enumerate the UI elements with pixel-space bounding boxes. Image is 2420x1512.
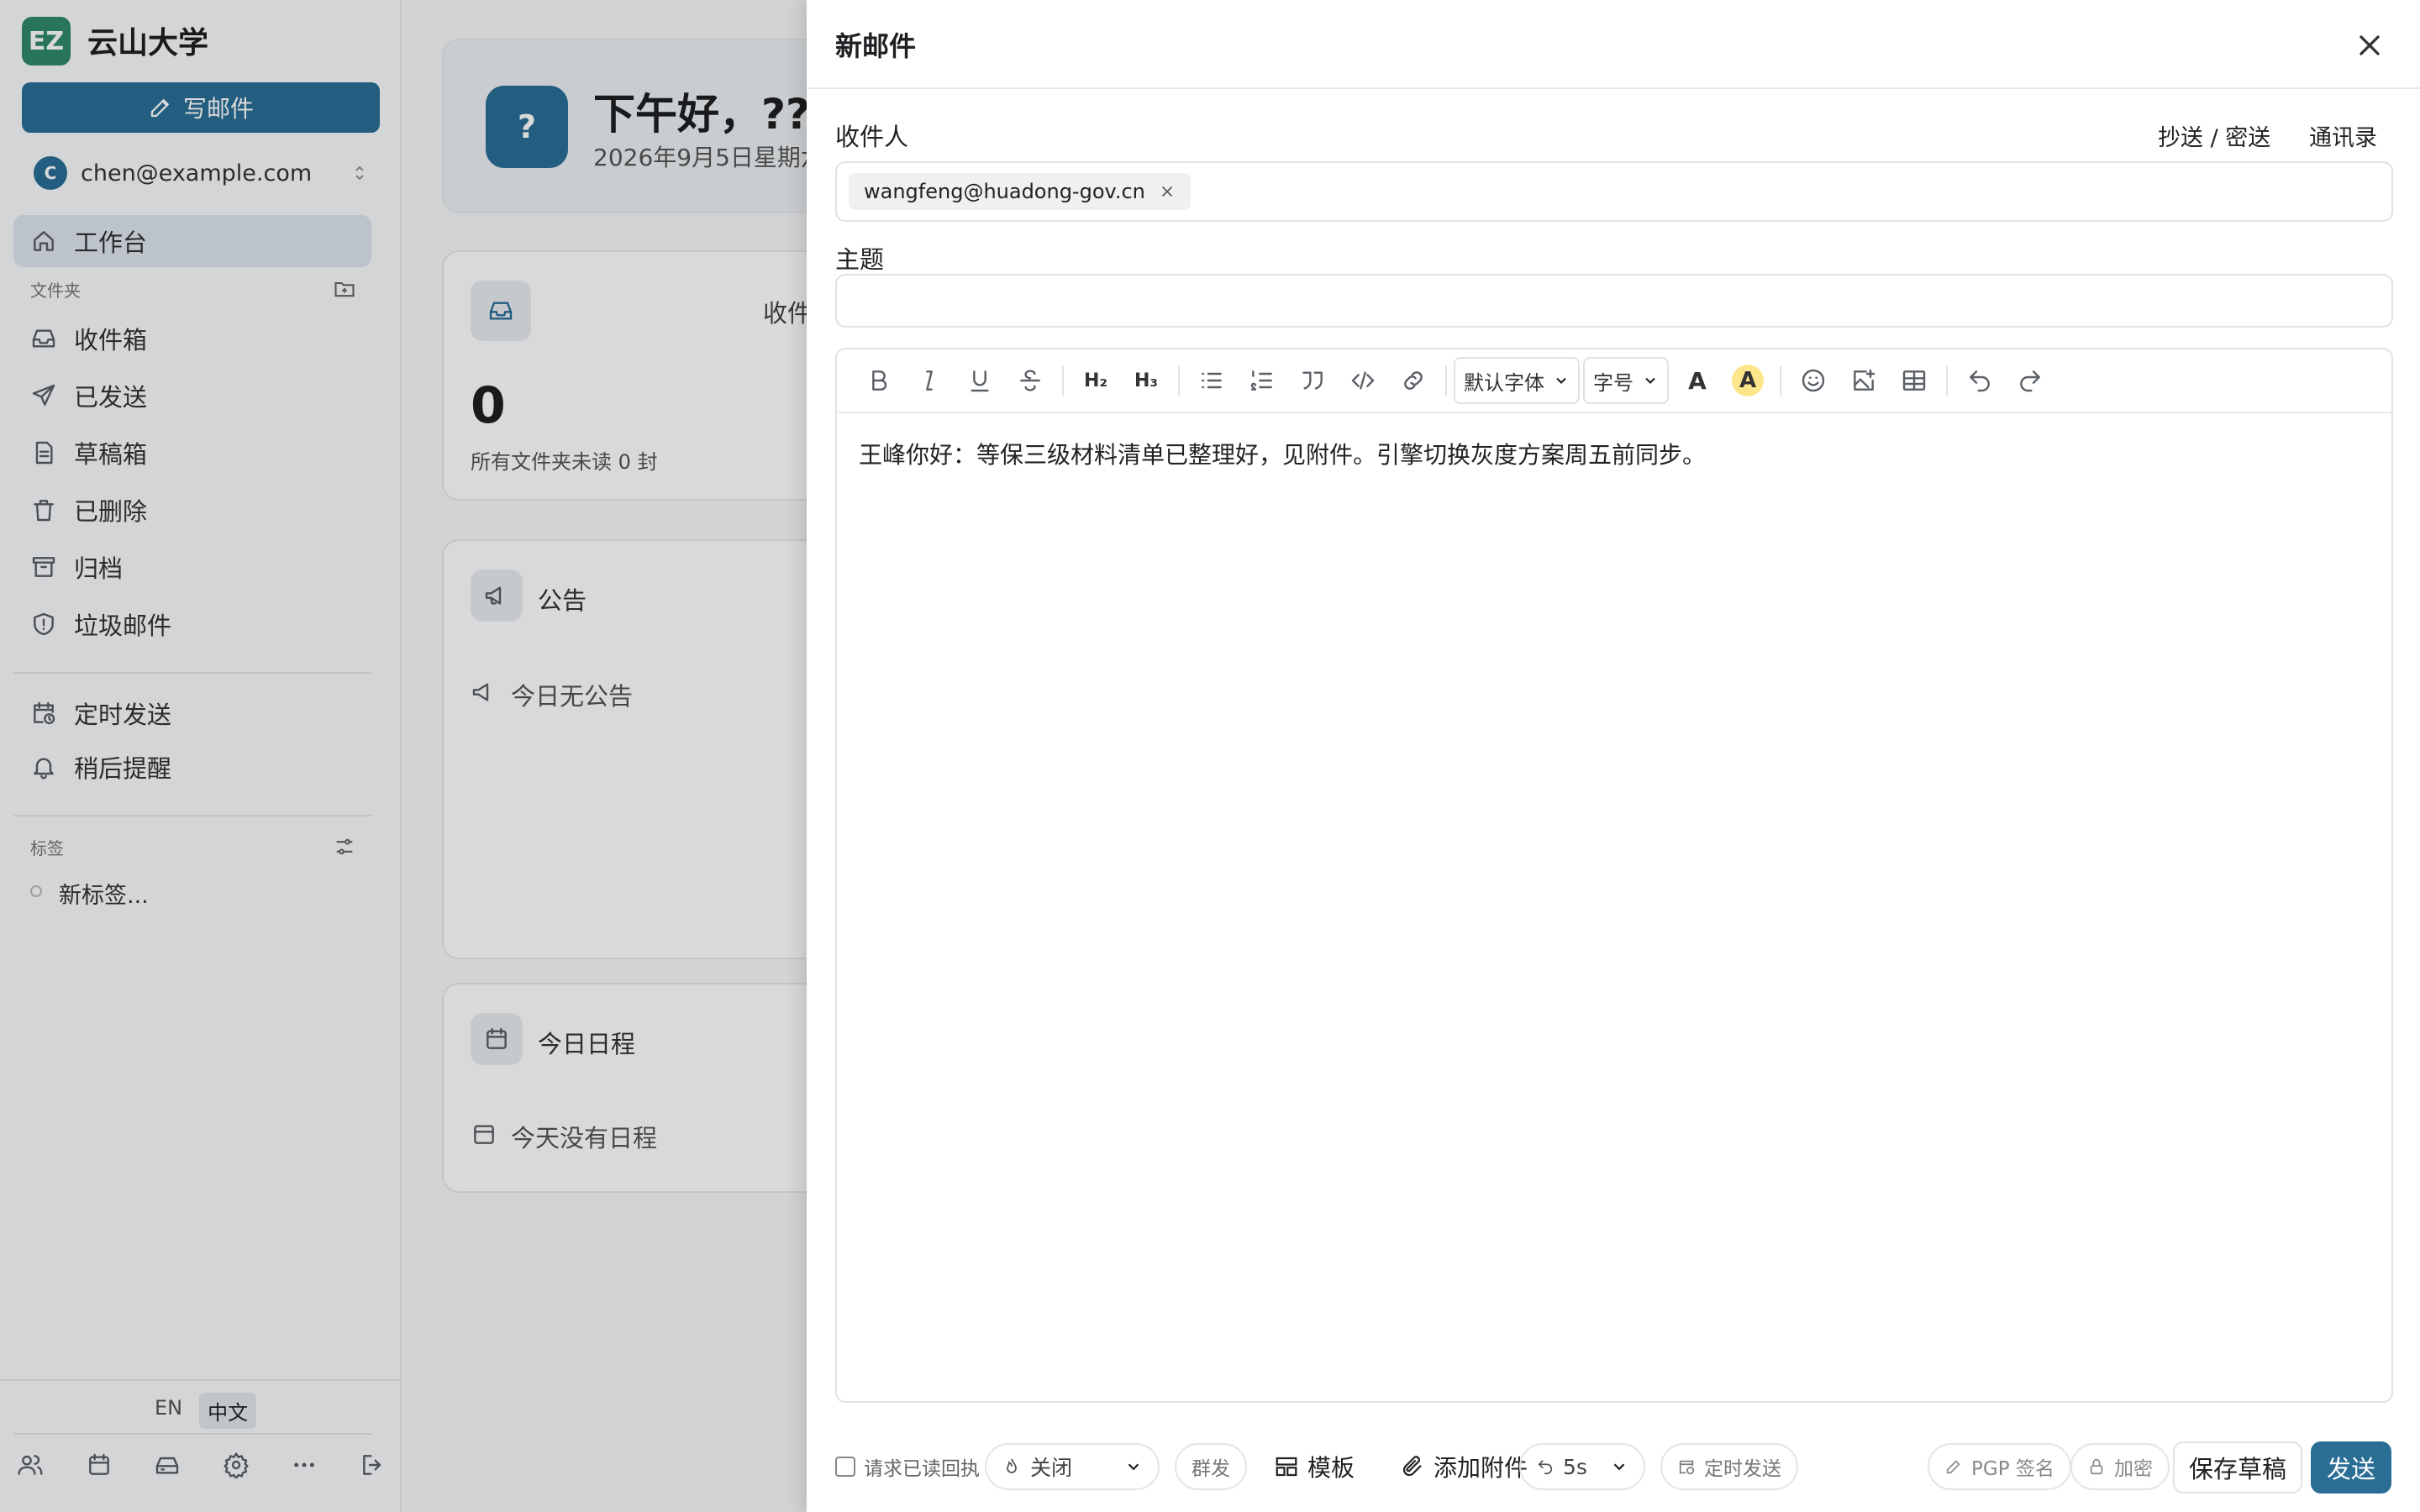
font-size-value: 字号 bbox=[1593, 370, 1634, 395]
highlight-icon: A bbox=[1732, 365, 1764, 396]
pen-icon bbox=[1946, 1460, 1960, 1474]
highlight-button[interactable]: A bbox=[1723, 357, 1773, 404]
attach-button[interactable]: 添加附件 bbox=[1400, 1443, 1528, 1490]
remove-recipient-icon[interactable] bbox=[1159, 183, 1176, 200]
template-label: 模板 bbox=[1307, 1454, 1355, 1482]
chevron-down-icon bbox=[1613, 1463, 1625, 1471]
font-family-select[interactable]: 默认字体 bbox=[1454, 357, 1580, 404]
toolbar-separator bbox=[1178, 365, 1180, 396]
cc-bcc-link[interactable]: 抄送 / 密送 bbox=[2158, 119, 2270, 152]
chevron-down-icon bbox=[1556, 377, 1566, 384]
table-icon bbox=[1902, 370, 1926, 391]
pgp-label: PGP 签名 bbox=[1971, 1458, 2054, 1480]
paperclip-icon bbox=[1402, 1456, 1422, 1477]
undo-icon bbox=[1970, 370, 1990, 392]
schedule-send-button[interactable]: 定时发送 bbox=[1660, 1443, 1798, 1490]
heading3-icon: H₃ bbox=[1134, 370, 1159, 391]
strikethrough-button[interactable] bbox=[1005, 357, 1055, 404]
redo-icon bbox=[2020, 370, 2040, 392]
read-receipt-option[interactable]: 请求已读回执 bbox=[835, 1443, 980, 1490]
chevron-down-icon bbox=[1645, 377, 1655, 384]
toolbar-separator bbox=[1445, 365, 1447, 396]
font-size-select[interactable]: 字号 bbox=[1583, 357, 1669, 404]
bullet-list-button[interactable] bbox=[1186, 357, 1237, 404]
read-receipt-label: 请求已读回执 bbox=[864, 1458, 980, 1480]
text-color-button[interactable]: A bbox=[1672, 357, 1723, 404]
recipient-field[interactable]: wangfeng@huadong-gov.cn bbox=[835, 161, 2393, 222]
mass-send-button[interactable]: 群发 bbox=[1175, 1443, 1247, 1490]
insert-image-button[interactable] bbox=[1839, 357, 1889, 404]
attach-label: 添加附件 bbox=[1434, 1454, 1528, 1482]
template-button[interactable]: 模板 bbox=[1274, 1443, 1355, 1490]
underline-button[interactable] bbox=[955, 357, 1005, 404]
heading2-button[interactable]: H₂ bbox=[1071, 357, 1121, 404]
flame-icon bbox=[1007, 1458, 1017, 1473]
schedule-send-label: 定时发送 bbox=[1704, 1458, 1781, 1480]
bold-button[interactable] bbox=[854, 357, 904, 404]
link-icon bbox=[1404, 371, 1423, 390]
save-draft-button[interactable]: 保存草稿 bbox=[2173, 1441, 2302, 1494]
strikethrough-icon bbox=[1020, 370, 1040, 391]
undo-icon bbox=[1538, 1460, 1553, 1475]
send-button[interactable]: 发送 bbox=[2311, 1441, 2391, 1494]
quote-icon bbox=[1302, 371, 1323, 390]
burn-value: 关闭 bbox=[1030, 1456, 1073, 1480]
message-body[interactable]: 王峰你好：等保三级材料清单已整理好，见附件。引擎切换灰度方案周五前同步。 bbox=[859, 437, 1706, 470]
read-receipt-checkbox[interactable] bbox=[835, 1457, 855, 1477]
bold-icon bbox=[872, 370, 887, 391]
undo-delay-value: 5s bbox=[1563, 1454, 1587, 1479]
redo-button[interactable] bbox=[2005, 357, 2055, 404]
subject-input[interactable] bbox=[835, 274, 2393, 328]
underline-icon bbox=[971, 370, 989, 392]
code-button[interactable] bbox=[1338, 357, 1388, 404]
lock-icon bbox=[2090, 1458, 2103, 1475]
rich-text-editor: H₂ H₃ 默认字体 字号 A A 王峰你好：等保三级材料清单已整理好，见附件。… bbox=[835, 348, 2393, 1403]
undo-send-delay-select[interactable]: 5s bbox=[1519, 1443, 1645, 1490]
toolbar-separator bbox=[1946, 365, 1948, 396]
bullet-list-icon bbox=[1202, 372, 1222, 389]
code-icon bbox=[1351, 371, 1375, 390]
contacts-link[interactable]: 通讯录 bbox=[2309, 119, 2377, 152]
image-icon bbox=[1854, 369, 1876, 391]
mass-send-label: 群发 bbox=[1192, 1458, 1230, 1480]
insert-table-button[interactable] bbox=[1889, 357, 1939, 404]
recipient-email: wangfeng@huadong-gov.cn bbox=[864, 180, 1145, 203]
italic-icon bbox=[926, 370, 933, 391]
compose-panel: 新邮件 收件人 抄送 / 密送 通讯录 wangfeng@huadong-gov… bbox=[807, 0, 2420, 1512]
divider bbox=[807, 87, 2420, 89]
toolbar-separator bbox=[1062, 365, 1064, 396]
font-family-value: 默认字体 bbox=[1464, 370, 1544, 395]
to-label: 收件人 bbox=[835, 123, 909, 151]
heading3-button[interactable]: H₃ bbox=[1121, 357, 1171, 404]
subject-label: 主题 bbox=[835, 245, 885, 274]
editor-toolbar: H₂ H₃ 默认字体 字号 A A bbox=[837, 349, 2391, 413]
heading2-icon: H₂ bbox=[1083, 370, 1108, 391]
quote-button[interactable] bbox=[1287, 357, 1338, 404]
encrypt-label: 加密 bbox=[2114, 1458, 2153, 1480]
template-icon bbox=[1276, 1457, 1297, 1477]
numbered-list-icon bbox=[1250, 370, 1272, 391]
emoji-button[interactable] bbox=[1788, 357, 1839, 404]
numbered-list-button[interactable] bbox=[1237, 357, 1287, 404]
pgp-sign-button[interactable]: PGP 签名 bbox=[1928, 1443, 2071, 1490]
recipient-chip: wangfeng@huadong-gov.cn bbox=[849, 173, 1191, 210]
link-button[interactable] bbox=[1388, 357, 1439, 404]
calendar-clock-icon bbox=[1679, 1460, 1695, 1475]
undo-button[interactable] bbox=[1954, 357, 2005, 404]
chevron-down-icon bbox=[1128, 1463, 1139, 1471]
emoji-icon bbox=[1802, 369, 1825, 392]
compose-title: 新邮件 bbox=[835, 30, 917, 62]
toolbar-separator bbox=[1780, 365, 1781, 396]
italic-button[interactable] bbox=[904, 357, 955, 404]
encrypt-button[interactable]: 加密 bbox=[2070, 1443, 2170, 1490]
burn-after-read-select[interactable]: 关闭 bbox=[985, 1443, 1160, 1490]
close-icon[interactable] bbox=[2353, 29, 2386, 62]
text-color-icon: A bbox=[1688, 366, 1707, 395]
